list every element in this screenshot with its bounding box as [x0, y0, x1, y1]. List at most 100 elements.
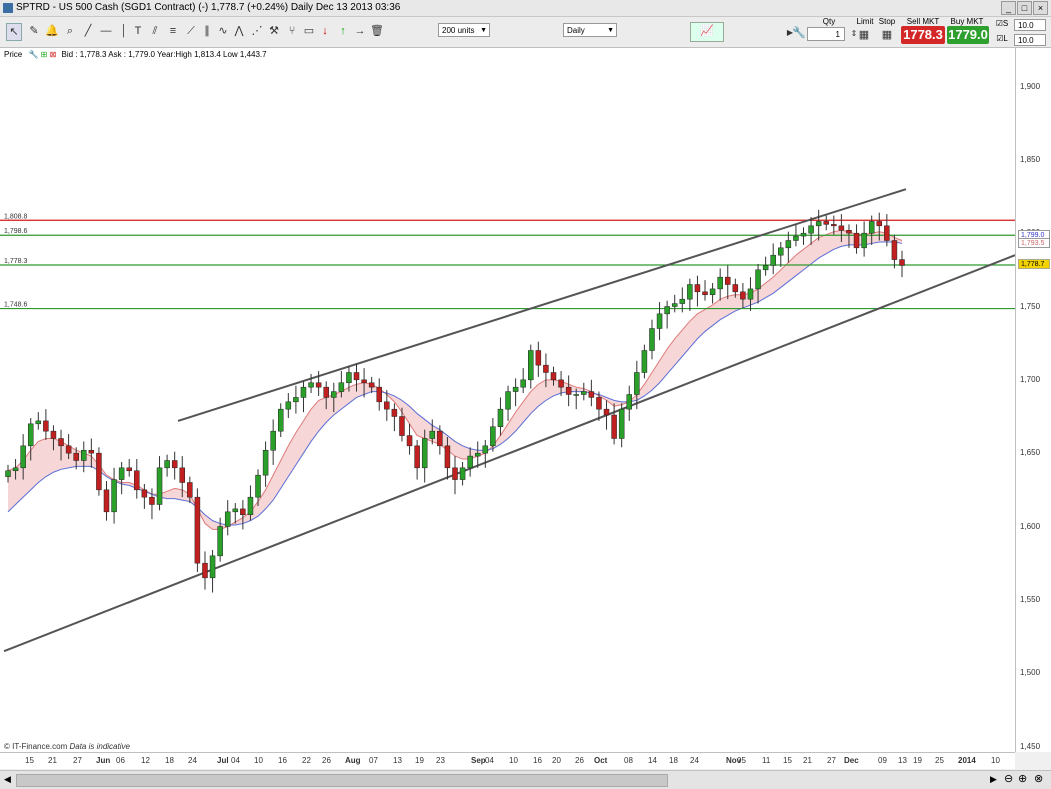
vertical-line-icon[interactable]: │ [117, 23, 131, 39]
qty-input[interactable]: 1 [807, 27, 845, 41]
stop-label: Stop [878, 17, 896, 26]
price-chart[interactable]: 1,808.8 1,798.6 1,778.3 1,748.6 [0, 62, 1016, 752]
x-tick-label: Sep [471, 756, 486, 765]
s-value-input[interactable]: 10.0 [1014, 19, 1046, 31]
scroll-left-icon[interactable]: ◀ [4, 774, 11, 785]
cycle-lines-icon[interactable]: ∥ [200, 23, 214, 39]
pencil-tool-icon[interactable]: ✎ [27, 23, 41, 39]
candle-body [323, 386, 329, 398]
x-tick-label: 21 [48, 756, 57, 765]
x-tick-label: 24 [188, 756, 197, 765]
candle-body [846, 229, 852, 234]
wave-icon[interactable]: ∿ [216, 23, 230, 39]
x-tick-label: 21 [803, 756, 812, 765]
candle-body [164, 460, 170, 469]
x-tick-label: 13 [898, 756, 907, 765]
units-select[interactable]: 200 units ▼ [438, 23, 490, 37]
channel-icon[interactable]: ⫽ [148, 23, 162, 39]
quote-text: Bid : 1,778.3 Ask : 1,779.0 Year:High 1,… [61, 50, 267, 59]
candle-body [550, 372, 557, 381]
candle-body [361, 379, 367, 384]
candle-body [308, 382, 314, 388]
remove-icon[interactable]: ⊠ [50, 50, 57, 59]
candle-body [793, 235, 799, 241]
fibonacci-icon[interactable]: ≡ [166, 23, 180, 39]
maximize-button[interactable]: □ [1017, 1, 1032, 15]
gann-fan-icon[interactable]: ⟋ [184, 23, 198, 39]
zoom-out-icon[interactable]: ⊖ [1004, 772, 1013, 785]
zoom-fit-icon[interactable]: ⊗ [1034, 772, 1043, 785]
cursor-tool-icon[interactable]: ↖ [6, 23, 22, 41]
chart-plot-area[interactable]: 1,808.8 1,798.6 1,778.3 1,748.6 © IT-Financ… [0, 62, 1016, 752]
x-tick-label: 10 [991, 756, 1000, 765]
alert-bell-icon[interactable]: 🔔 [45, 23, 59, 39]
speed-lines-icon[interactable]: ⋰ [250, 23, 264, 39]
sell-market-button[interactable]: 1778.3 [901, 26, 945, 44]
x-tick-label: Oct [594, 756, 608, 765]
candle-body [171, 460, 178, 469]
zoom-in-icon[interactable]: ⊕ [1018, 772, 1027, 785]
candle-body [724, 276, 731, 285]
x-tick-label: 10 [254, 756, 263, 765]
l-toggle[interactable]: ☑L [992, 34, 1012, 43]
y-tick-label: 1,450 [1020, 741, 1041, 751]
candle-body [618, 408, 625, 439]
buy-market-button[interactable]: 1779.0 [947, 26, 989, 44]
minimize-button[interactable]: _ [1001, 1, 1016, 15]
pattern-icon[interactable]: ⋀ [232, 23, 246, 39]
l-value-input[interactable]: 10.0 [1014, 34, 1046, 46]
arrow-down-icon[interactable]: ↓ [318, 23, 332, 39]
s-toggle[interactable]: ☑S [992, 19, 1012, 28]
arrow-right-icon[interactable]: → [353, 23, 367, 39]
candle-body [740, 291, 746, 300]
scrollbar[interactable]: ◀ ▶ ⊖ ⊕ ⊗ [0, 770, 1051, 789]
candle-body [671, 303, 678, 307]
scroll-thumb[interactable] [16, 774, 668, 787]
candle-body [543, 364, 549, 373]
limit-order-icon[interactable]: ▦ [857, 27, 871, 43]
trash-icon[interactable]: 🗑 [370, 23, 384, 39]
last-price-badge: 1,778.7 [1018, 259, 1050, 270]
andrews-pitchfork-icon[interactable]: ⑂ [285, 23, 299, 39]
settings-icon[interactable]: 🔧 [28, 50, 38, 59]
candle-body [861, 232, 867, 249]
wrench-icon[interactable]: 🔧 [792, 25, 806, 41]
candle-body [384, 401, 390, 410]
footer: © IT-Finance.com Data is indicative [4, 742, 130, 751]
candle-body [702, 291, 708, 296]
candle-body [217, 526, 223, 557]
arrow-up-icon[interactable]: ↑ [336, 23, 350, 39]
l-label: L [1003, 34, 1008, 43]
buy-label: Buy MKT [950, 17, 984, 26]
candle-body [285, 401, 292, 410]
text-tool-icon[interactable]: T [131, 23, 145, 39]
candle-body [452, 467, 458, 480]
period-select[interactable]: Daily ▼ [563, 23, 617, 37]
add-icon[interactable]: ⊞ [41, 50, 48, 59]
stop-order-icon[interactable]: ▦ [880, 27, 894, 43]
candle-body [694, 284, 701, 293]
horizontal-line-icon[interactable]: — [99, 23, 113, 39]
candle-body [300, 386, 307, 398]
hammer-icon[interactable]: ⚒ [267, 23, 281, 39]
price-label: Price [4, 50, 23, 59]
candle-body [497, 408, 504, 428]
scroll-right-icon[interactable]: ▶ [990, 774, 997, 785]
candle-body [528, 350, 534, 381]
candle-body [88, 449, 95, 454]
candle-body [12, 467, 19, 472]
candle-body [50, 430, 57, 439]
candle-body [626, 394, 633, 410]
chart-type-icon[interactable]: 📈 [690, 22, 724, 42]
candle-body [634, 372, 640, 395]
candle-body [73, 452, 79, 461]
title-bar: SPTRD - US 500 Cash (SGD1 Contract) (-) … [0, 0, 1051, 17]
level-label: 1,798.6 [4, 228, 27, 235]
zoom-icon[interactable]: ⌕ [63, 23, 77, 39]
trendline-icon[interactable]: ╱ [81, 23, 95, 39]
app-logo-icon [3, 3, 13, 13]
close-button[interactable]: × [1033, 1, 1048, 15]
candle-body [467, 455, 473, 469]
rectangle-icon[interactable]: ▭ [302, 23, 316, 39]
x-tick-label: Aug [345, 756, 361, 765]
